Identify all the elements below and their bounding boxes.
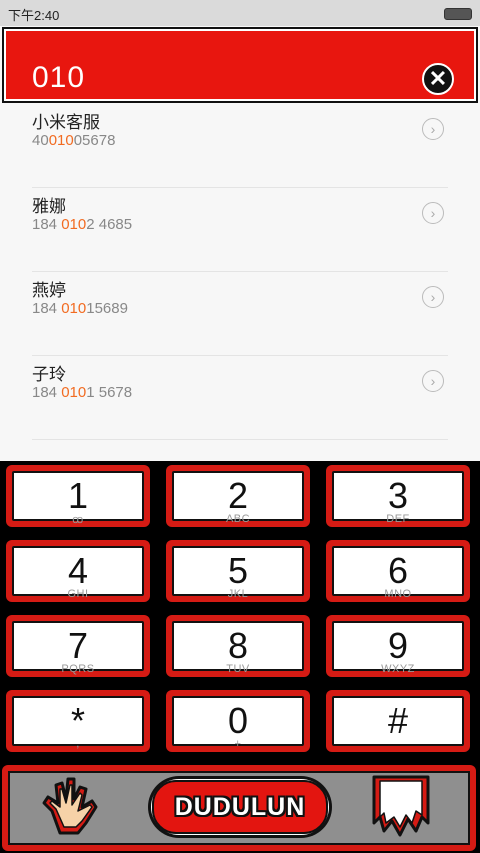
key-7[interactable]: 7 PQRS [6,615,150,677]
status-time: 下午2:40 [8,8,60,23]
key-4[interactable]: 4 GHI [6,540,150,602]
call-button[interactable]: DUDULUN [148,776,332,838]
key-8[interactable]: 8 TUV [166,615,310,677]
search-bar[interactable]: 010 ✕ [2,27,478,103]
contact-name: 子玲 [32,365,66,384]
key-2[interactable]: 2 ABC [166,465,310,527]
chevron-right-icon[interactable]: › [422,286,444,308]
key-0[interactable]: 0 + [166,690,310,752]
key-star[interactable]: *, [6,690,150,752]
list-item[interactable]: 燕婷 184 01015689 › [32,272,448,356]
key-hash[interactable]: # [326,690,470,752]
chevron-right-icon[interactable]: › [422,118,444,140]
delete-icon[interactable] [366,773,436,839]
chevron-right-icon[interactable]: › [422,202,444,224]
contact-list: 小米客服 4001005678 › 雅娜 184 0102 4685 › 燕婷 … [0,104,480,460]
key-5[interactable]: 5 JKL [166,540,310,602]
contact-number: 184 01015689 [32,300,128,317]
chevron-right-icon[interactable]: › [422,370,444,392]
hand-gesture-icon[interactable] [38,773,124,839]
contact-name: 雅娜 [32,197,66,216]
voicemail-icon: ꝏ [72,514,84,526]
key-6[interactable]: 6 MNO [326,540,470,602]
contact-number: 184 0102 4685 [32,216,133,233]
call-button-label: DUDULUN [174,793,306,821]
list-item[interactable]: 雅娜 184 0102 4685 › [32,188,448,272]
contact-number: 4001005678 [32,132,116,149]
key-9[interactable]: 9 WXYZ [326,615,470,677]
list-item[interactable]: 子玲 184 0101 5678 › [32,356,448,440]
contact-name: 小米客服 [32,113,100,132]
clear-icon[interactable]: ✕ [422,63,454,95]
key-3[interactable]: 3 DEF [326,465,470,527]
search-input[interactable]: 010 [32,61,85,95]
action-bar: DUDULUN [2,765,476,851]
contact-name: 燕婷 [32,281,66,300]
contact-number: 184 0101 5678 [32,384,133,401]
battery-icon [444,8,472,20]
list-item[interactable]: 小米客服 4001005678 › [32,104,448,188]
key-1[interactable]: 1ꝏ [6,465,150,527]
status-bar: 下午2:40 [0,0,480,26]
